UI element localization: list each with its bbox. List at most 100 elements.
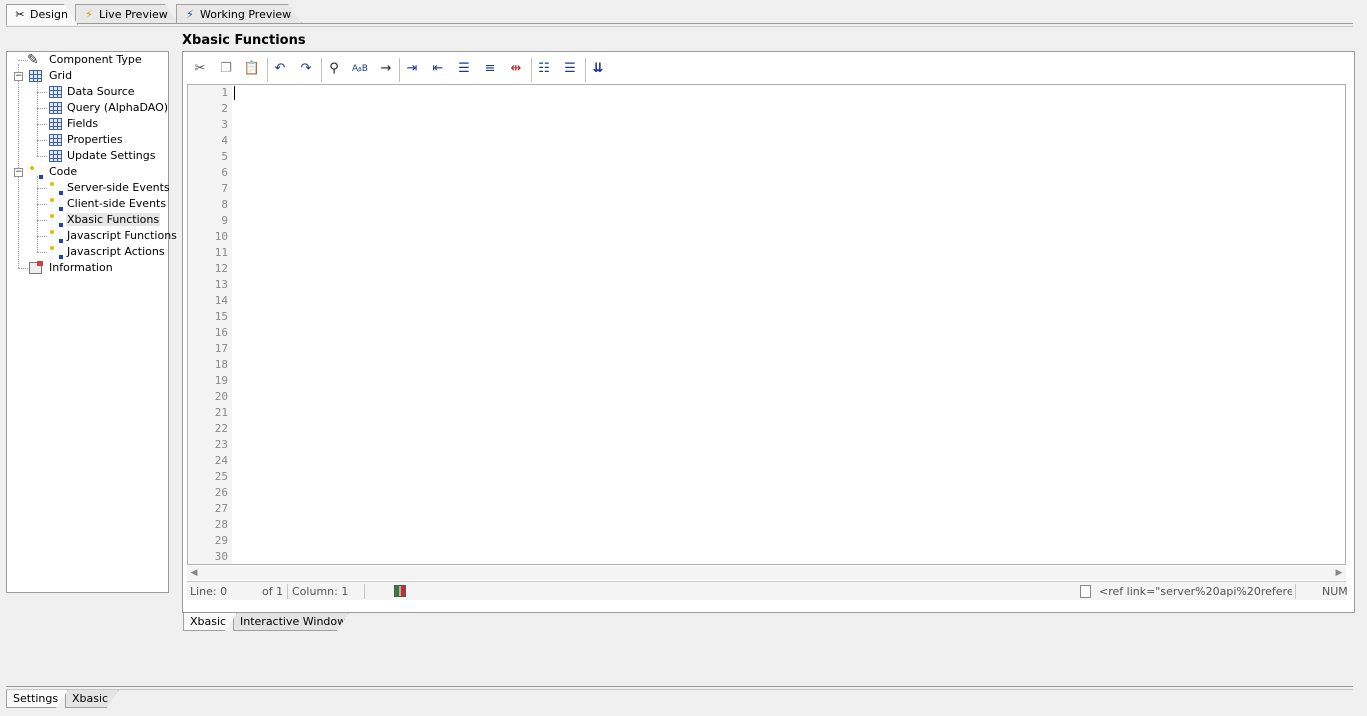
tree-connector (37, 92, 47, 93)
component-tree[interactable]: ✎ Component Type − Grid Data Source Quer… (6, 51, 169, 593)
find-icon[interactable]: ⚲ (323, 58, 345, 80)
status-separator (364, 584, 365, 599)
format-icon[interactable]: ☰ (453, 58, 475, 80)
tree-item-label: Properties (66, 133, 124, 146)
comment-icon[interactable]: ☷ (533, 58, 555, 80)
replace-icon[interactable]: AᵦB (349, 58, 371, 80)
editor-status-bar: Line: 0 of 1 Column: 1 <ref link="server… (187, 581, 1346, 600)
block-indent-icon[interactable]: ⇹ (505, 58, 527, 80)
tree-item-label: Grid (48, 69, 73, 82)
line-number: 20 (188, 389, 228, 405)
code-icon: ࡠ (29, 166, 42, 178)
tree-item-label: Information (48, 261, 114, 274)
status-line: Line: 0 (190, 582, 227, 601)
tree-item-properties[interactable]: Properties (47, 132, 124, 148)
tree-connector (37, 188, 47, 189)
line-number: 14 (188, 293, 228, 309)
tree-item-javascript-functions[interactable]: Javascript Functions (47, 228, 178, 244)
tree-connector (18, 64, 19, 268)
code-collapse-toggle[interactable]: − (14, 168, 23, 177)
tree-item-javascript-actions[interactable]: Javascript Actions (47, 244, 166, 260)
book-icon[interactable] (394, 585, 406, 597)
tab-working-preview[interactable]: ⚡ Working Preview (176, 4, 302, 23)
grid-collapse-toggle[interactable]: − (14, 72, 23, 81)
toolbar-separator (585, 58, 586, 82)
cut-icon[interactable]: ✂ (189, 58, 211, 80)
tree-item-update-settings[interactable]: Update Settings (47, 148, 156, 164)
indent-icon[interactable]: ⇥ (401, 58, 423, 80)
tree-connector (37, 124, 47, 125)
status-separator (1295, 584, 1296, 599)
code-icon (49, 246, 62, 258)
line-number: 12 (188, 261, 228, 277)
tree-item-xbasic-functions[interactable]: Xbasic Functions (47, 212, 160, 228)
align-right-icon[interactable]: ≡ (479, 58, 501, 80)
outdent-icon[interactable]: ⇤ (427, 58, 449, 80)
line-number: 15 (188, 309, 228, 325)
tree-connector (37, 252, 47, 253)
scroll-right-icon[interactable]: ▶ (1332, 566, 1346, 580)
tab-settings[interactable]: Settings (6, 690, 68, 708)
code-icon (49, 214, 62, 226)
editor-toolbar: ✂ ❐ 📋 ↶ ↷ ⚲ AᵦB → ⇥ ⇤ ☰ ≡ ⇹ ☷ ☰ ⇊ (187, 56, 1350, 82)
line-number: 9 (188, 213, 228, 229)
code-textarea[interactable]: 1 2 3 4 5 6 7 8 9 10 11 12 13 14 15 16 17 18 19 20 21 22 23 24 2… (187, 84, 1346, 565)
line-number: 8 (188, 197, 228, 213)
tab-design-label: Design (30, 8, 68, 21)
grid-icon (49, 102, 62, 114)
page-title: Xbasic Functions (182, 33, 306, 48)
redo-icon[interactable]: ↷ (295, 58, 317, 80)
tab-xbasic-label: Xbasic (190, 615, 226, 628)
tree-item-grid[interactable]: Grid (27, 68, 73, 84)
tree-item-code[interactable]: ࡠ Code (27, 164, 78, 180)
tree-item-component-type[interactable]: ✎ Component Type (27, 52, 143, 68)
bottom-divider-inner (6, 689, 1353, 690)
line-number: 25 (188, 469, 228, 485)
tree-item-label: Component Type (48, 53, 143, 66)
tree-item-data-source[interactable]: Data Source (47, 84, 136, 100)
copy-icon[interactable]: ❐ (215, 58, 237, 80)
tree-item-information[interactable]: Information (27, 260, 114, 276)
line-number: 17 (188, 341, 228, 357)
tree-item-client-side-events[interactable]: Client-side Events (47, 196, 167, 212)
bottom-divider (6, 686, 1353, 687)
line-number: 6 (188, 165, 228, 181)
grid-icon (29, 70, 42, 82)
tab-interactive-window-label: Interactive Window (240, 615, 346, 628)
code-icon (49, 230, 62, 242)
tab-settings-label: Settings (13, 692, 58, 705)
line-number: 13 (188, 277, 228, 293)
status-line-count: of 1 (262, 582, 283, 601)
goto-icon[interactable]: → (375, 58, 397, 80)
tree-item-fields[interactable]: Fields (47, 116, 99, 132)
tree-item-query[interactable]: Query (AlphaDAO) (47, 100, 169, 116)
line-number: 27 (188, 501, 228, 517)
tree-item-label: Xbasic Functions (66, 213, 160, 226)
document-icon (1080, 585, 1091, 598)
horizontal-scrollbar[interactable]: ◀ ▶ (187, 566, 1346, 580)
grid-icon (49, 118, 62, 130)
information-icon (29, 262, 42, 274)
tab-bottom-xbasic[interactable]: Xbasic (65, 690, 119, 708)
tab-interactive-window[interactable]: Interactive Window (233, 613, 349, 631)
tree-item-server-side-events[interactable]: Server-side Events (47, 180, 171, 196)
tab-design[interactable]: ✂ Design (6, 4, 78, 25)
top-divider (6, 23, 1353, 24)
tab-xbasic[interactable]: Xbasic (183, 613, 237, 631)
collapse-icon[interactable]: ⇊ (587, 58, 609, 80)
line-number: 10 (188, 229, 228, 245)
grid-icon (49, 134, 62, 146)
grid-icon (49, 150, 62, 162)
paste-icon[interactable]: 📋 (241, 58, 263, 80)
uncomment-icon[interactable]: ☰ (559, 58, 581, 80)
tab-live-preview[interactable]: ⚡ Live Preview (75, 4, 179, 23)
status-ref-link[interactable]: <ref link="server%20api%20references (1099, 582, 1292, 601)
toolbar-separator (321, 58, 322, 82)
tree-item-label: Javascript Functions (66, 229, 178, 242)
code-editor-panel: ✂ ❐ 📋 ↶ ↷ ⚲ AᵦB → ⇥ ⇤ ☰ ≡ ⇹ ☷ ☰ ⇊ 123456… (182, 51, 1355, 613)
undo-icon[interactable]: ↶ (269, 58, 291, 80)
scroll-left-icon[interactable]: ◀ (187, 566, 201, 580)
tab-bottom-xbasic-label: Xbasic (72, 692, 108, 705)
line-number: 30 (188, 549, 228, 565)
tree-connector (37, 140, 47, 141)
